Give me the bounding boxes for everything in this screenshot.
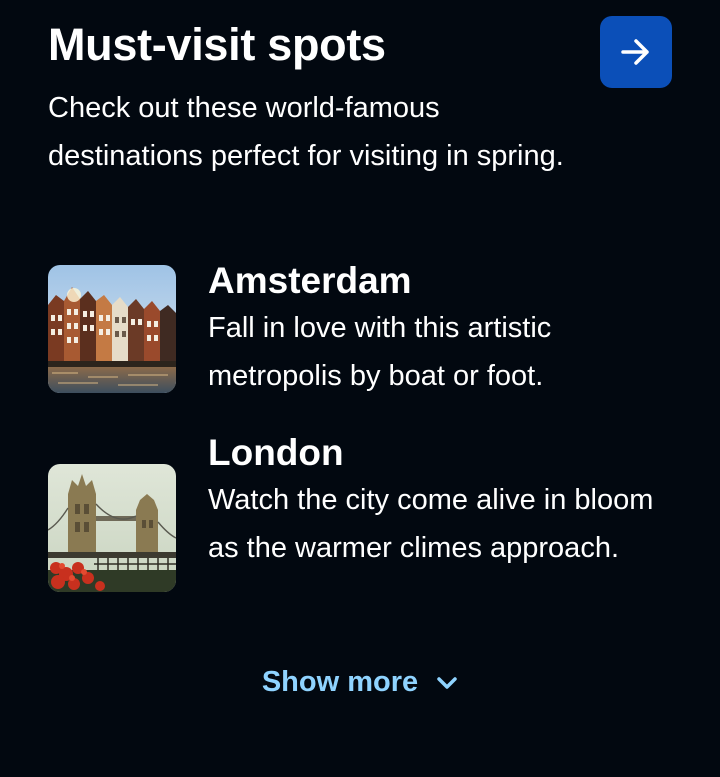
- amsterdam-thumbnail: [48, 265, 176, 393]
- must-visit-card: Must-visit spots Check out these world-f…: [0, 0, 720, 777]
- page-subtitle: Check out these world-famous destination…: [48, 92, 564, 172]
- london-thumbnail: [48, 464, 176, 592]
- list-item-amsterdam[interactable]: Amsterdam Fall in love with this artisti…: [48, 262, 688, 400]
- destination-description: Watch the city come alive in bloom as th…: [208, 484, 654, 564]
- destination-title: London: [208, 432, 344, 473]
- show-more-label: Show more: [261, 666, 419, 698]
- open-spots-button[interactable]: [600, 16, 672, 88]
- destination-description: Fall in love with this artistic metropol…: [208, 312, 552, 392]
- destination-list: Amsterdam Fall in love with this artisti…: [48, 262, 688, 592]
- show-more-button[interactable]: Show more: [0, 666, 720, 699]
- page-title: Must-visit spots: [48, 19, 386, 70]
- tower-bridge-photo: [48, 464, 176, 592]
- amsterdam-canal-houses-photo: [48, 265, 176, 393]
- list-item-london[interactable]: London Watch the city come alive in bloo…: [48, 434, 688, 592]
- chevron-down-icon: [436, 676, 458, 690]
- destination-title: Amsterdam: [208, 260, 412, 301]
- london-text: London Watch the city come alive in bloo…: [208, 434, 678, 572]
- amsterdam-text: Amsterdam Fall in love with this artisti…: [208, 262, 678, 400]
- card-header: Must-visit spots Check out these world-f…: [48, 16, 588, 180]
- arrow-right-icon: [621, 39, 651, 65]
